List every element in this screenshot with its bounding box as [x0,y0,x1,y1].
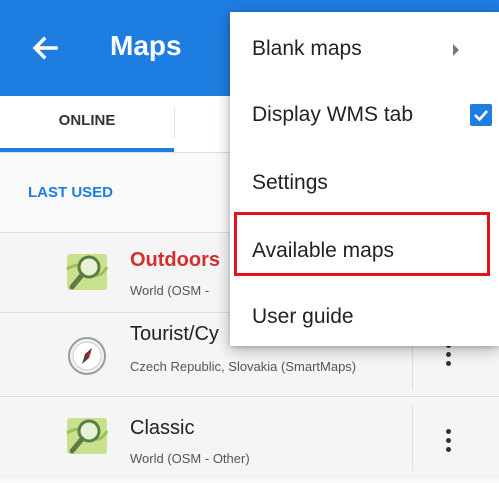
menu-item-user-guide[interactable]: User guide [230,284,499,350]
magnifier-map-icon [66,254,109,290]
row-divider [412,405,413,471]
section-header: LAST USED [28,184,114,201]
tab-online[interactable]: ONLINE [0,96,174,148]
arrow-left-icon [32,36,58,60]
menu-item-blank-maps[interactable]: Blank maps [230,16,499,82]
check-icon [474,110,488,122]
menu-item-available-maps[interactable]: Available maps [230,218,499,284]
more-options-icon[interactable] [440,429,456,455]
menu-item-settings[interactable]: Settings [230,150,499,216]
map-subtitle: Czech Republic, Slovakia (SmartMaps) [130,359,357,374]
magnifier-map-icon [66,418,109,454]
menu-item-label: Display WMS tab [252,103,414,126]
menu-item-label: Blank maps [252,37,362,60]
overflow-menu: Blank maps Display WMS tab Settings Avai… [230,12,499,346]
wms-tab-checkbox[interactable] [470,104,492,126]
map-title: Classic [130,417,195,439]
compass-icon [68,337,106,375]
map-subtitle: World (OSM - [130,283,210,298]
list-item-classic[interactable]: Classic World (OSM - Other) [0,396,499,479]
tab-indicator [0,148,174,152]
map-title: Outdoors [130,249,220,271]
menu-item-display-wms-tab[interactable]: Display WMS tab [230,82,499,148]
map-title: Tourist/Cy [130,323,219,345]
map-subtitle: World (OSM - Other) [130,451,250,466]
page-title: Maps [110,30,182,61]
back-button[interactable] [26,28,66,68]
menu-item-label: User guide [252,305,354,328]
menu-item-label: Available maps [252,239,395,262]
menu-item-label: Settings [252,171,328,194]
submenu-arrow-icon [453,44,459,56]
